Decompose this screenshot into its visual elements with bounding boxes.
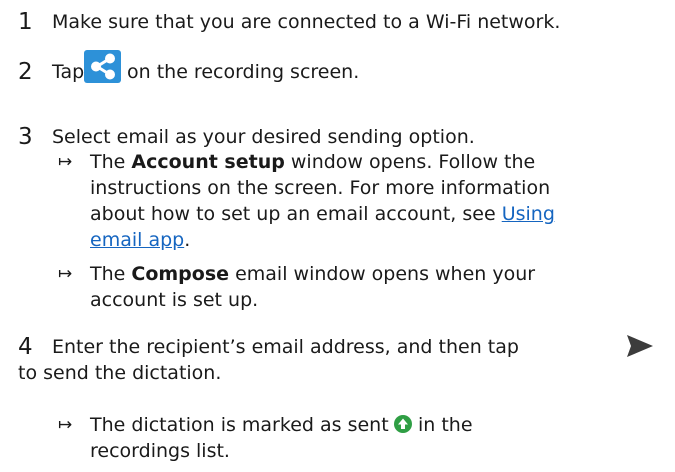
share-icon[interactable] [84,50,121,83]
step-number-3: 3 [18,124,33,150]
step-text-2-before: Tap [52,61,85,83]
step-text-3: Select email as your desired sending opt… [52,126,475,148]
step-number-1: 1 [18,9,33,35]
step-text-2-after: on the recording screen. [127,61,360,83]
result-text: window opens. Follow the [284,151,536,173]
result-line: The Account setup window opens. Follow t… [90,150,535,175]
result-text: The [90,151,132,173]
result-text: email window opens when your [229,263,536,285]
step-number-2: 2 [18,59,33,85]
step-text-4: Enter the recipient’s email address, and… [52,336,519,358]
using-email-app-link[interactable]: Using [502,203,555,225]
result-arrow-icon: ↦ [58,264,73,284]
result-arrow-icon: ↦ [58,415,73,435]
result-text: about how to set up an email account, se… [90,203,502,225]
result-arrow-icon: ↦ [58,152,73,172]
result-line: recordings list. [90,440,230,462]
result-line: The dictation is marked as sent [90,414,389,436]
result-line: email app. [90,228,190,253]
result-text: . [184,229,191,251]
result-text: The [90,263,132,285]
send-icon[interactable] [626,333,654,359]
step-text-4-cont: to send the dictation. [18,362,222,384]
using-email-app-link-cont[interactable]: email app [90,229,184,251]
sent-status-icon [394,415,412,433]
result-line: The Compose email window opens when your [90,262,535,287]
result-line: account is set up. [90,289,259,311]
compose-label: Compose [131,263,230,285]
account-setup-label: Account setup [131,151,285,173]
result-line: about how to set up an email account, se… [90,202,555,227]
result-line: instructions on the screen. For more inf… [90,177,551,199]
step-text-1: Make sure that you are connected to a Wi… [52,11,561,33]
step-number-4: 4 [18,334,33,360]
result-line: in the [418,414,473,436]
